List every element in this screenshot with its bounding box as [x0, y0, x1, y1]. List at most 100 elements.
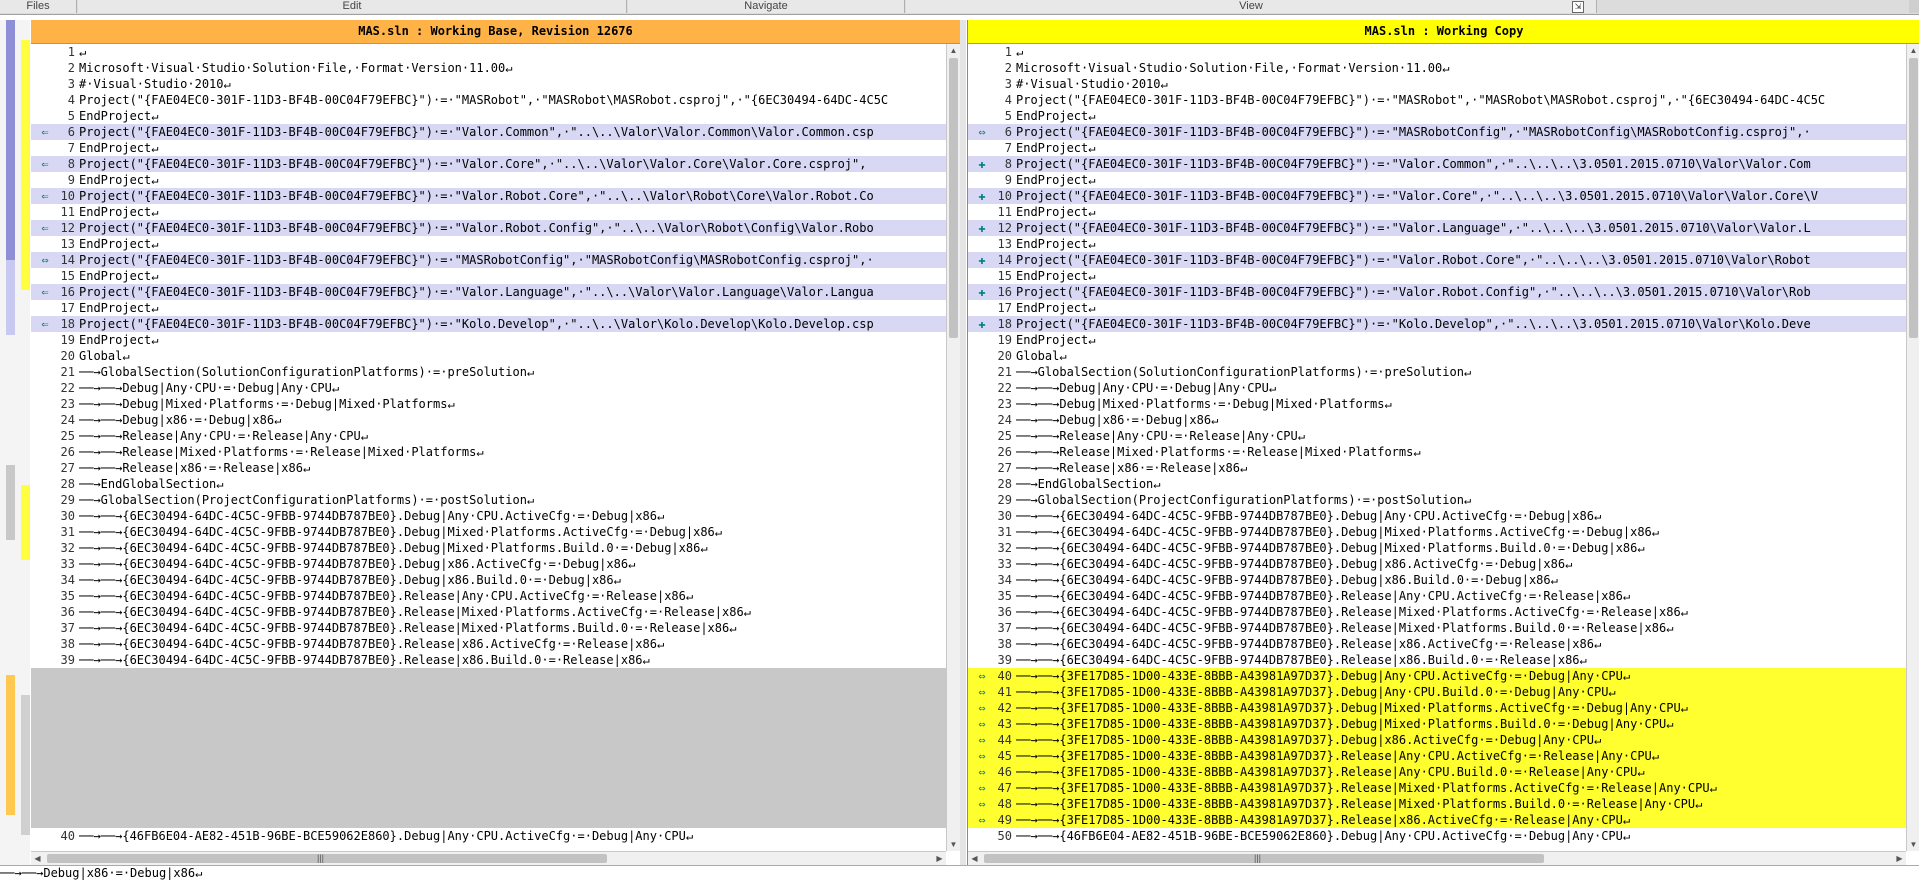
line-text[interactable]: ──→──→{6EC30494-64DC-4C5C-9FBB-9744DB787…	[1016, 524, 1906, 540]
line-text[interactable]: ──→GlobalSection(SolutionConfigurationPl…	[1016, 364, 1906, 380]
code-line[interactable]: 29 ──→GlobalSection(ProjectConfigurationP…	[968, 492, 1906, 508]
code-line[interactable]: 35 ──→──→{6EC30494-64DC-4C5C-9FBB-9744DB7…	[968, 588, 1906, 604]
code-line[interactable]: 32 ──→──→{6EC30494-64DC-4C5C-9FBB-9744DB7…	[31, 540, 946, 556]
code-line[interactable]: 31 ──→──→{6EC30494-64DC-4C5C-9FBB-9744DB7…	[968, 524, 1906, 540]
code-line[interactable]: ✚ 10 Project("{FAE04EC0-301F-11D3-BF4B-00C…	[968, 188, 1906, 204]
toolbar-expand-icon[interactable]: ⇲	[1572, 1, 1584, 13]
code-line[interactable]: 25 ──→──→Release|Any·CPU·=·Release|Any·CP…	[31, 428, 946, 444]
line-text[interactable]: Project("{FAE04EC0-301F-11D3-BF4B-00C04F…	[1016, 252, 1906, 268]
code-line[interactable]: 33 ──→──→{6EC30494-64DC-4C5C-9FBB-9744DB7…	[31, 556, 946, 572]
code-line[interactable]: 9 EndProject↵	[31, 172, 946, 188]
code-line[interactable]: 37 ──→──→{6EC30494-64DC-4C5C-9FBB-9744DB7…	[968, 620, 1906, 636]
line-text[interactable]: ──→──→Release|Mixed·Platforms·=·Release|…	[79, 444, 946, 460]
code-line[interactable]: ⇐ 16 Project("{FAE04EC0-301F-11D3-BF4B-00C…	[31, 284, 946, 300]
line-text[interactable]: Global↵	[1016, 348, 1906, 364]
line-text[interactable]: ──→──→Debug|Any·CPU·=·Debug|Any·CPU↵	[79, 380, 946, 396]
toolbar-group-files[interactable]: Files	[0, 0, 77, 13]
line-text[interactable]: EndProject↵	[1016, 204, 1906, 220]
code-line[interactable]: 7 EndProject↵	[968, 140, 1906, 156]
line-text[interactable]: ──→──→{6EC30494-64DC-4C5C-9FBB-9744DB787…	[79, 652, 946, 668]
line-text[interactable]: ──→──→Release|x86·=·Release|x86↵	[1016, 460, 1906, 476]
right-pane-text[interactable]: 1 ↵ 2 Microsoft·Visual·Studio·Solution·File…	[968, 44, 1906, 851]
code-line[interactable]: ✚ 12 Project("{FAE04EC0-301F-11D3-BF4B-00C…	[968, 220, 1906, 236]
code-line[interactable]: ⇐ 18 Project("{FAE04EC0-301F-11D3-BF4B-00C…	[31, 316, 946, 332]
code-line[interactable]: 7 EndProject↵	[31, 140, 946, 156]
left-horizontal-scrollbar[interactable]: ◀ ||| ▶	[31, 851, 946, 865]
line-text[interactable]: Project("{FAE04EC0-301F-11D3-BF4B-00C04F…	[79, 124, 946, 140]
code-line[interactable]: 1 ↵	[31, 44, 946, 60]
line-text[interactable]: Project("{FAE04EC0-301F-11D3-BF4B-00C04F…	[79, 220, 946, 236]
scroll-down-icon[interactable]: ▼	[948, 839, 959, 850]
code-line[interactable]: ⇔ 41 ──→──→{3FE17D85-1D00-433E-8BBB-A43981…	[968, 684, 1906, 700]
code-line[interactable]: 32 ──→──→{6EC30494-64DC-4C5C-9FBB-9744DB7…	[968, 540, 1906, 556]
line-text[interactable]: ──→──→Debug|x86·=·Debug|x86↵	[79, 412, 946, 428]
line-text[interactable]: ──→──→{6EC30494-64DC-4C5C-9FBB-9744DB787…	[1016, 604, 1906, 620]
line-text[interactable]: ──→──→Release|Any·CPU·=·Release|Any·CPU↵	[79, 428, 946, 444]
line-text[interactable]: ──→──→{6EC30494-64DC-4C5C-9FBB-9744DB787…	[79, 540, 946, 556]
code-line[interactable]: 3 #·Visual·Studio·2010↵	[31, 76, 946, 92]
line-text[interactable]: ──→──→{3FE17D85-1D00-433E-8BBB-A43981A97…	[1016, 764, 1906, 780]
code-line[interactable]: 34 ──→──→{6EC30494-64DC-4C5C-9FBB-9744DB7…	[968, 572, 1906, 588]
code-line[interactable]: ⇔ 46 ──→──→{3FE17D85-1D00-433E-8BBB-A43981…	[968, 764, 1906, 780]
location-pane[interactable]	[0, 20, 30, 865]
code-line[interactable]: 31 ──→──→{6EC30494-64DC-4C5C-9FBB-9744DB7…	[31, 524, 946, 540]
line-text[interactable]: Microsoft·Visual·Studio·Solution·File,·F…	[1016, 60, 1906, 76]
line-text[interactable]: Project("{FAE04EC0-301F-11D3-BF4B-00C04F…	[79, 92, 946, 108]
code-line[interactable]: 4 Project("{FAE04EC0-301F-11D3-BF4B-00C04…	[968, 92, 1906, 108]
code-line[interactable]: 17 EndProject↵	[31, 300, 946, 316]
code-line[interactable]: 5 EndProject↵	[31, 108, 946, 124]
line-text[interactable]: Project("{FAE04EC0-301F-11D3-BF4B-00C04F…	[79, 252, 946, 268]
code-line[interactable]: ✚ 8 Project("{FAE04EC0-301F-11D3-BF4B-00C0…	[968, 156, 1906, 172]
code-line[interactable]: ⇔ 47 ──→──→{3FE17D85-1D00-433E-8BBB-A43981…	[968, 780, 1906, 796]
code-line[interactable]: 27 ──→──→Release|x86·=·Release|x86↵	[968, 460, 1906, 476]
right-vertical-scrollbar[interactable]: ▲ ▼	[1906, 44, 1919, 851]
code-line[interactable]: 28 ──→EndGlobalSection↵	[968, 476, 1906, 492]
scroll-right-icon[interactable]: ▶	[934, 853, 945, 864]
code-line[interactable]: ⇔ 40 ──→──→{3FE17D85-1D00-433E-8BBB-A43981…	[968, 668, 1906, 684]
line-text[interactable]: EndProject↵	[79, 172, 946, 188]
code-line[interactable]: ⇔ 44 ──→──→{3FE17D85-1D00-433E-8BBB-A43981…	[968, 732, 1906, 748]
line-text[interactable]: ──→EndGlobalSection↵	[79, 476, 946, 492]
code-line[interactable]: ✚ 16 Project("{FAE04EC0-301F-11D3-BF4B-00C…	[968, 284, 1906, 300]
left-vertical-scroll-thumb[interactable]	[949, 58, 958, 338]
toolbar-group-edit[interactable]: Edit	[78, 0, 627, 13]
code-line[interactable]: 40 ──→──→{46FB6E04-AE82-451B-96BE-BCE5906…	[31, 828, 946, 844]
line-text[interactable]: EndProject↵	[79, 332, 946, 348]
line-text[interactable]: EndProject↵	[1016, 172, 1906, 188]
line-text[interactable]: ──→──→{3FE17D85-1D00-433E-8BBB-A43981A97…	[1016, 812, 1906, 828]
line-text[interactable]: ──→EndGlobalSection↵	[1016, 476, 1906, 492]
line-text[interactable]: Project("{FAE04EC0-301F-11D3-BF4B-00C04F…	[79, 316, 946, 332]
code-line[interactable]: 11 EndProject↵	[31, 204, 946, 220]
line-text[interactable]: ↵	[1016, 44, 1906, 60]
line-text[interactable]: #·Visual·Studio·2010↵	[79, 76, 946, 92]
line-text[interactable]: ──→──→{6EC30494-64DC-4C5C-9FBB-9744DB787…	[79, 588, 946, 604]
line-text[interactable]: Project("{FAE04EC0-301F-11D3-BF4B-00C04F…	[1016, 316, 1906, 332]
line-text[interactable]: ↵	[79, 44, 946, 60]
code-line[interactable]: 50 ──→──→{46FB6E04-AE82-451B-96BE-BCE5906…	[968, 828, 1906, 844]
code-line[interactable]: 4 Project("{FAE04EC0-301F-11D3-BF4B-00C04…	[31, 92, 946, 108]
code-line[interactable]: 36 ──→──→{6EC30494-64DC-4C5C-9FBB-9744DB7…	[968, 604, 1906, 620]
code-line[interactable]: ⇐ 8 Project("{FAE04EC0-301F-11D3-BF4B-00C0…	[31, 156, 946, 172]
line-text[interactable]: ──→GlobalSection(ProjectConfigurationPla…	[1016, 492, 1906, 508]
line-text[interactable]: Microsoft·Visual·Studio·Solution·File,·F…	[79, 60, 946, 76]
line-text[interactable]: ──→──→{6EC30494-64DC-4C5C-9FBB-9744DB787…	[79, 508, 946, 524]
code-line[interactable]: ⇐ 6 Project("{FAE04EC0-301F-11D3-BF4B-00C0…	[31, 124, 946, 140]
line-text[interactable]: ──→──→Release|x86·=·Release|x86↵	[79, 460, 946, 476]
line-text[interactable]: ──→──→{3FE17D85-1D00-433E-8BBB-A43981A97…	[1016, 700, 1906, 716]
line-text[interactable]: Project("{FAE04EC0-301F-11D3-BF4B-00C04F…	[79, 284, 946, 300]
line-text[interactable]: Project("{FAE04EC0-301F-11D3-BF4B-00C04F…	[1016, 156, 1906, 172]
right-pane[interactable]: MAS.sln : Working Copy 1 ↵ 2 Microsoft·Visu…	[967, 20, 1919, 865]
line-text[interactable]: ──→──→{6EC30494-64DC-4C5C-9FBB-9744DB787…	[79, 572, 946, 588]
code-line[interactable]: ✚ 14 Project("{FAE04EC0-301F-11D3-BF4B-00C…	[968, 252, 1906, 268]
code-line[interactable]: ⇔ 42 ──→──→{3FE17D85-1D00-433E-8BBB-A43981…	[968, 700, 1906, 716]
code-line[interactable]: 28 ──→EndGlobalSection↵	[31, 476, 946, 492]
line-text[interactable]: EndProject↵	[1016, 268, 1906, 284]
code-line[interactable]: 2 Microsoft·Visual·Studio·Solution·File,·…	[31, 60, 946, 76]
line-text[interactable]: ──→──→{6EC30494-64DC-4C5C-9FBB-9744DB787…	[79, 620, 946, 636]
left-horizontal-scroll-thumb[interactable]	[47, 854, 607, 863]
line-text[interactable]: EndProject↵	[1016, 332, 1906, 348]
line-text[interactable]: ──→──→Debug|Any·CPU·=·Debug|Any·CPU↵	[1016, 380, 1906, 396]
line-text[interactable]: ──→──→{3FE17D85-1D00-433E-8BBB-A43981A97…	[1016, 668, 1906, 684]
code-line[interactable]: 27 ──→──→Release|x86·=·Release|x86↵	[31, 460, 946, 476]
line-text[interactable]: ──→──→Release|Mixed·Platforms·=·Release|…	[1016, 444, 1906, 460]
